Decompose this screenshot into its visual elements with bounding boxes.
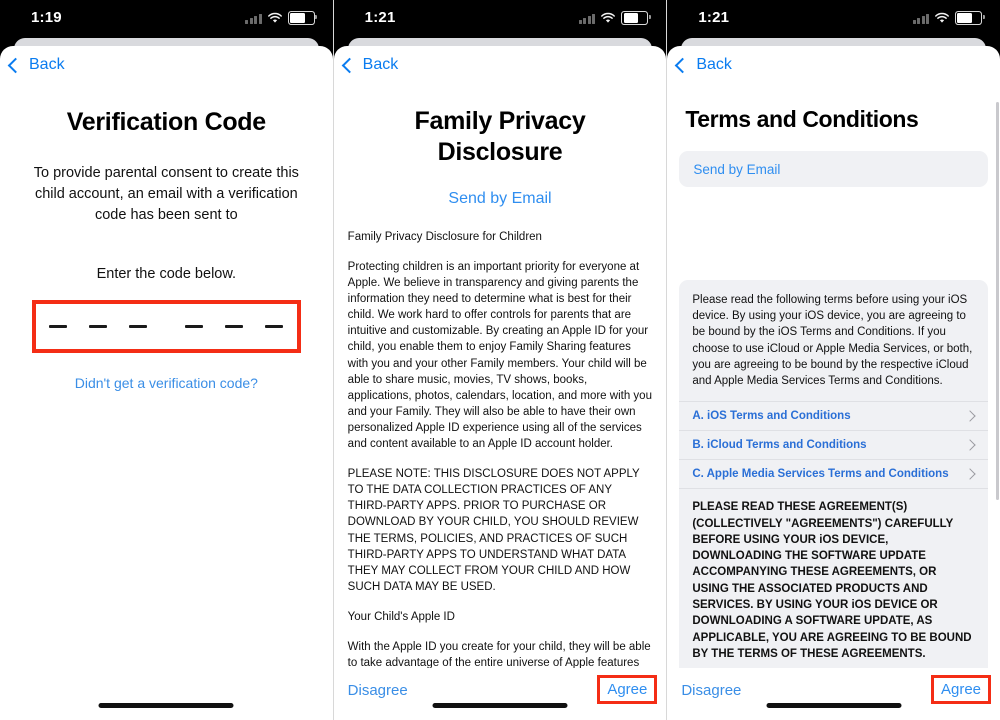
send-by-email-row[interactable]: Send by Email [679, 151, 989, 187]
code-digit-slot[interactable] [49, 324, 68, 329]
cellular-signal-icon [245, 13, 262, 24]
terms-intro-text: Please read the following terms before u… [692, 294, 973, 388]
back-button[interactable]: Back [675, 56, 732, 73]
disclosure-heading: Family Privacy Disclosure for Children [347, 231, 542, 243]
status-icons [245, 11, 318, 25]
verification-description: To provide parental consent to create th… [33, 165, 299, 223]
send-by-email-link[interactable]: Send by Email [334, 190, 667, 208]
back-button-label: Back [362, 56, 399, 73]
status-bar: 1:21 [667, 0, 1000, 38]
wifi-icon [267, 12, 282, 23]
terms-link-label: B. iCloud Terms and Conditions [692, 439, 867, 452]
code-digit-slot[interactable] [225, 324, 244, 329]
back-button[interactable]: Back [7, 56, 65, 73]
cellular-signal-icon [912, 13, 930, 24]
code-digit-slot[interactable] [185, 324, 204, 329]
terms-link-label: A. iOS Terms and Conditions [692, 410, 851, 423]
terms-caps-paragraph-1: PLEASE READ THESE AGREEMENT(S) (COLLECTI… [679, 488, 989, 662]
agree-button-highlight[interactable]: Agree [930, 675, 992, 704]
nav-bar: Back [0, 46, 333, 90]
cellular-signal-icon [578, 13, 596, 24]
sheet-card: Back Terms and Conditions Send by Email … [667, 46, 1000, 720]
back-button-label: Back [696, 56, 732, 73]
enter-code-label: Enter the code below. [96, 266, 237, 282]
chevron-right-icon [964, 468, 976, 480]
terms-link-row-icloud[interactable]: B. iCloud Terms and Conditions [679, 430, 989, 459]
status-clock: 1:19 [31, 9, 62, 26]
code-digit-slot[interactable] [89, 324, 108, 329]
status-bar: 1:19 [0, 0, 333, 38]
home-indicator [98, 703, 234, 708]
disclosure-please-note: PLEASE NOTE: THIS DISCLOSURE DOES NOT AP… [347, 468, 640, 593]
wifi-icon [601, 12, 616, 23]
action-bar: Disagree Agree [333, 668, 667, 720]
page-title: Terms and Conditions [685, 106, 919, 132]
terms-link-label: C. Apple Media Services Terms and Condit… [692, 468, 949, 481]
status-bar: 1:21 [333, 0, 667, 38]
disclosure-scroll-area[interactable]: Family Privacy Disclosure for Children P… [334, 229, 667, 668]
home-indicator [432, 703, 568, 708]
status-clock: 1:21 [364, 9, 396, 26]
phone-screen-terms-and-conditions: 1:21 Back Terms and Conditions Send by E… [666, 0, 1000, 720]
screenshot-series: 1:19 Back Verification Code To provide p… [0, 0, 1000, 720]
phone-screen-family-privacy-disclosure: 1:21 Back Family Privacy Disclosure Send… [332, 0, 667, 720]
battery-icon [955, 11, 985, 25]
action-bar: Disagree Agree [667, 668, 1000, 720]
agree-button[interactable]: Agree [941, 680, 981, 699]
chevron-left-icon [341, 57, 357, 73]
code-digit-slot[interactable] [129, 324, 148, 329]
battery-icon [287, 11, 318, 25]
home-indicator [766, 703, 902, 708]
send-by-email-link: Send by Email [693, 161, 781, 177]
sheet-card: Back Family Privacy Disclosure Send by E… [333, 46, 667, 720]
chevron-left-icon [7, 57, 24, 73]
status-icons [912, 11, 985, 25]
chevron-right-icon [964, 439, 976, 451]
nav-bar: Back [334, 46, 667, 90]
disagree-button[interactable]: Disagree [348, 682, 408, 699]
code-digit-placeholders [36, 304, 297, 349]
sheet-card: Back Verification Code To provide parent… [0, 46, 333, 720]
terms-scroll-area[interactable]: Please read the following terms before u… [679, 280, 989, 668]
back-button-label: Back [29, 56, 65, 73]
agree-button[interactable]: Agree [607, 680, 647, 699]
terms-link-row-media-services[interactable]: C. Apple Media Services Terms and Condit… [679, 459, 989, 488]
disagree-button[interactable]: Disagree [681, 682, 741, 699]
terms-link-row-ios[interactable]: A. iOS Terms and Conditions [679, 401, 989, 430]
resend-code-link[interactable]: Didn't get a verification code? [18, 375, 315, 391]
disclosure-paragraph-3: With the Apple ID you create for your ch… [347, 640, 651, 668]
status-clock: 1:21 [698, 9, 730, 26]
status-icons [578, 11, 651, 25]
agree-button-highlight[interactable]: Agree [597, 675, 658, 704]
chevron-left-icon [675, 57, 691, 73]
verification-content: Verification Code To provide parental co… [0, 108, 333, 391]
phone-screen-verification-code: 1:19 Back Verification Code To provide p… [0, 0, 333, 720]
wifi-icon [935, 12, 949, 23]
nav-bar: Back [667, 46, 1000, 90]
vertical-scrollbar[interactable] [995, 102, 999, 500]
page-title: Family Privacy Disclosure [414, 107, 586, 166]
chevron-right-icon [964, 410, 976, 422]
disclosure-subheading: Your Child's Apple ID [347, 610, 455, 623]
battery-icon [621, 11, 651, 25]
back-button[interactable]: Back [341, 56, 399, 73]
verification-code-input[interactable] [32, 300, 301, 353]
page-title: Verification Code [66, 108, 266, 136]
disclosure-paragraph-1: Protecting children is an important prio… [347, 261, 652, 451]
code-digit-slot[interactable] [265, 324, 284, 329]
